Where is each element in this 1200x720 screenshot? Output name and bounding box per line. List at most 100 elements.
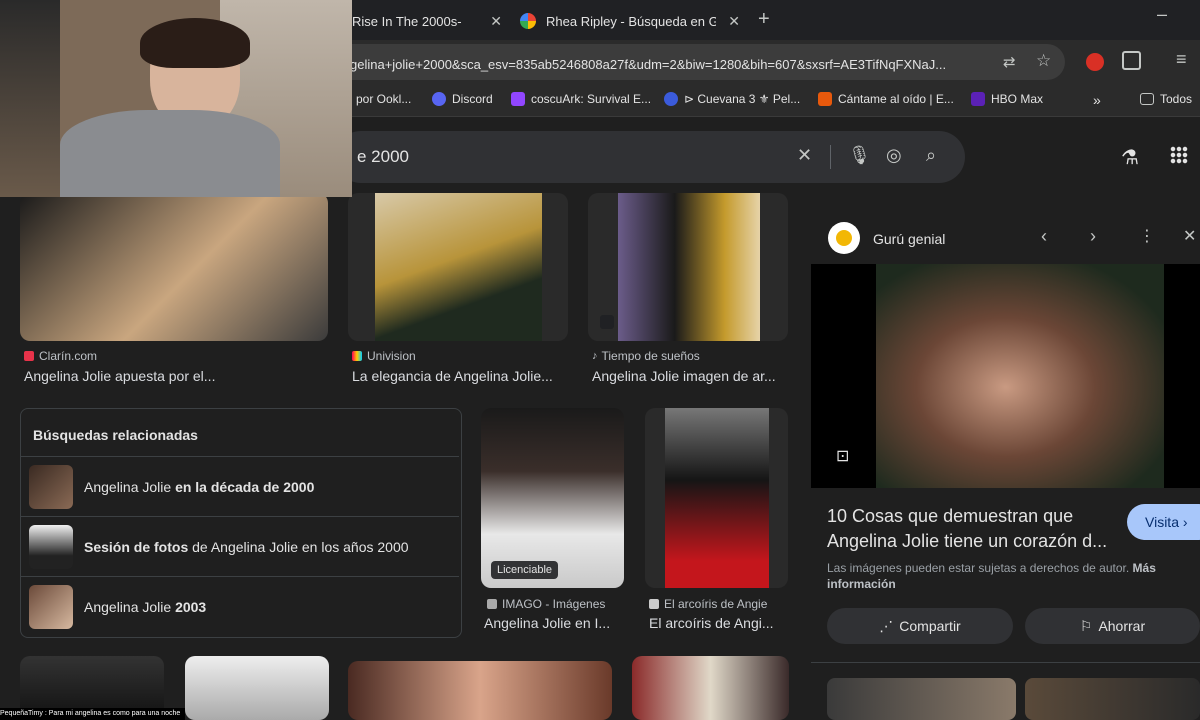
copyright-notice: Las imágenes pueden estar sujetas a dere… — [827, 561, 1156, 591]
tab-rise-2000s[interactable]: Rise In The 2000s- ✕ — [352, 6, 502, 36]
search-icon[interactable]: ⌕ — [926, 145, 936, 166]
panel-site-name[interactable]: Gurú genial — [873, 231, 945, 247]
bookmark-folder-todos[interactable]: Todos — [1140, 92, 1192, 106]
apps-grid-icon[interactable] — [1170, 146, 1188, 164]
bookmark-label: HBO Max — [991, 92, 1044, 106]
related-item[interactable]: Sesión de fotos de Angelina Jolie en los… — [21, 516, 459, 577]
source-label: IMAGO - Imágenes — [502, 597, 606, 611]
related-heading: Búsquedas relacionadas — [33, 427, 198, 443]
bookmark-label: coscuArk: Survival E... — [531, 92, 652, 106]
bookmark-ookla[interactable]: por Ookl... — [356, 92, 411, 106]
tab-title: Rhea Ripley - Búsqueda en Goo — [546, 13, 716, 29]
more-bookmarks-icon[interactable]: » — [1093, 92, 1101, 108]
twitch-icon — [511, 92, 525, 106]
image-badge-icon — [600, 315, 614, 329]
image-result-2[interactable] — [348, 193, 568, 341]
image-preview-panel: Gurú genial ‹ › ⋮ ✕ ⊡ 10 Cosas que demue… — [811, 212, 1200, 720]
more-vert-icon[interactable]: ⋮ — [1139, 226, 1155, 246]
bookmark-star-icon[interactable]: ☆ — [1036, 51, 1051, 71]
bookmark-label: por Ookl... — [356, 92, 412, 106]
preview-image-frame[interactable]: ⊡ — [811, 264, 1200, 488]
close-icon[interactable]: ✕ — [728, 13, 740, 30]
google-lens-icon[interactable]: ⊡ — [836, 446, 849, 466]
result-title[interactable]: La elegancia de Angelina Jolie... — [352, 368, 564, 384]
webcam-chat-overlay: PequeñaTimy : Para mi angelina es como p… — [0, 708, 185, 720]
mic-icon[interactable]: 🎙 — [848, 145, 871, 166]
prev-icon[interactable]: ‹ — [1041, 226, 1047, 247]
result-source[interactable]: IMAGO - Imágenes — [487, 597, 605, 611]
close-panel-icon[interactable]: ✕ — [1183, 226, 1196, 246]
lens-icon[interactable]: ◎ — [886, 145, 902, 166]
bookmark-hbo[interactable]: HBO Max — [971, 92, 1043, 106]
labs-flask-icon[interactable]: ⚗ — [1121, 145, 1139, 170]
result-source[interactable]: Clarín.com — [24, 349, 97, 363]
source-label: Univision — [367, 349, 416, 363]
save-button[interactable]: ⚐ Ahorrar — [1025, 608, 1200, 644]
menu-lines-icon[interactable]: ≡ — [1176, 49, 1187, 70]
tab-rhea-ripley[interactable]: Rhea Ripley - Búsqueda en Goo ✕ — [520, 6, 740, 36]
google-icon — [520, 13, 536, 29]
image-result-8[interactable] — [348, 661, 612, 720]
bookmark-label: Todos — [1160, 92, 1193, 106]
minimize-icon[interactable]: – — [1157, 4, 1167, 25]
result-source[interactable]: ♪ Tiempo de sueños — [592, 349, 700, 363]
result-title[interactable]: Angelina Jolie imagen de ar... — [592, 368, 788, 384]
related-thumb — [29, 525, 73, 569]
source-label: Tiempo de sueños — [601, 349, 700, 363]
bookmark-label: ⊳ Cuevana 3 ⚜ Pel... — [684, 92, 801, 106]
related-searches: Búsquedas relacionadas Angelina Jolie en… — [20, 408, 462, 638]
webcam-overlay — [0, 0, 352, 197]
discord-icon — [432, 92, 446, 106]
source-label: Clarín.com — [39, 349, 98, 363]
divider — [830, 145, 831, 169]
extension-red-icon[interactable] — [1086, 53, 1104, 71]
extensions-puzzle-icon[interactable] — [1122, 51, 1141, 70]
result-source[interactable]: Univision — [352, 349, 416, 363]
search-box[interactable]: e 2000 ✕ 🎙 ◎ ⌕ — [335, 131, 965, 183]
bookmark-cuevana[interactable]: ⊳ Cuevana 3 ⚜ Pel... — [664, 92, 800, 106]
url-text[interactable]: gelina+jolie+2000&sca_esv=835ab5246808a2… — [350, 57, 946, 72]
bookmark-twitch[interactable]: coscuArk: Survival E... — [511, 92, 651, 106]
search-input[interactable]: e 2000 — [357, 147, 409, 167]
hbo-icon — [971, 92, 985, 106]
related-item[interactable]: Angelina Jolie 2003 — [21, 576, 459, 637]
new-tab-plus-icon[interactable]: + — [758, 8, 770, 31]
bookmark-discord[interactable]: Discord — [432, 92, 493, 106]
licensable-badge: Licenciable — [491, 561, 559, 579]
image-result-4[interactable]: Licenciable — [481, 408, 624, 588]
bookmark-label: Discord — [452, 92, 493, 106]
divider — [811, 662, 1200, 663]
share-button[interactable]: ⋰ Compartir — [827, 608, 1013, 644]
result-source[interactable]: El arcoíris de Angie — [649, 597, 767, 611]
related-text: Angelina Jolie en la década de 2000 — [84, 479, 315, 495]
clear-icon[interactable]: ✕ — [797, 145, 812, 166]
image-result-5[interactable] — [645, 408, 788, 588]
next-icon[interactable]: › — [1090, 226, 1096, 247]
blog-icon — [649, 599, 659, 609]
visit-button[interactable]: Visita › — [1127, 504, 1200, 540]
tiktok-icon: ♪ — [592, 350, 598, 362]
related-image-1[interactable] — [827, 678, 1016, 720]
imago-icon — [487, 599, 497, 609]
clarin-icon — [24, 351, 34, 361]
source-label: El arcoíris de Angie — [664, 597, 768, 611]
cuevana-icon — [664, 92, 678, 106]
close-icon[interactable]: ✕ — [490, 13, 502, 30]
related-text: Angelina Jolie 2003 — [84, 599, 207, 615]
site-icon — [818, 92, 832, 106]
result-title[interactable]: Angelina Jolie apuesta por el... — [24, 368, 324, 384]
bookmark-cantame[interactable]: Cántame al oído | E... — [818, 92, 954, 106]
image-result-7[interactable] — [185, 656, 329, 720]
tab-title: Rise In The 2000s- — [352, 13, 462, 29]
panel-title[interactable]: 10 Cosas que demuestran que Angelina Jol… — [827, 504, 1117, 554]
image-result-3[interactable] — [588, 193, 788, 341]
related-thumb — [29, 465, 73, 509]
translate-icon[interactable]: ⇄ — [1003, 53, 1016, 71]
related-item[interactable]: Angelina Jolie en la década de 2000 — [21, 456, 459, 517]
result-title[interactable]: Angelina Jolie en I... — [484, 615, 624, 631]
image-result-1[interactable] — [20, 193, 328, 341]
related-image-2[interactable] — [1025, 678, 1200, 720]
univision-icon — [352, 351, 362, 361]
image-result-9[interactable] — [632, 656, 789, 720]
result-title[interactable]: El arcoíris de Angi... — [649, 615, 785, 631]
